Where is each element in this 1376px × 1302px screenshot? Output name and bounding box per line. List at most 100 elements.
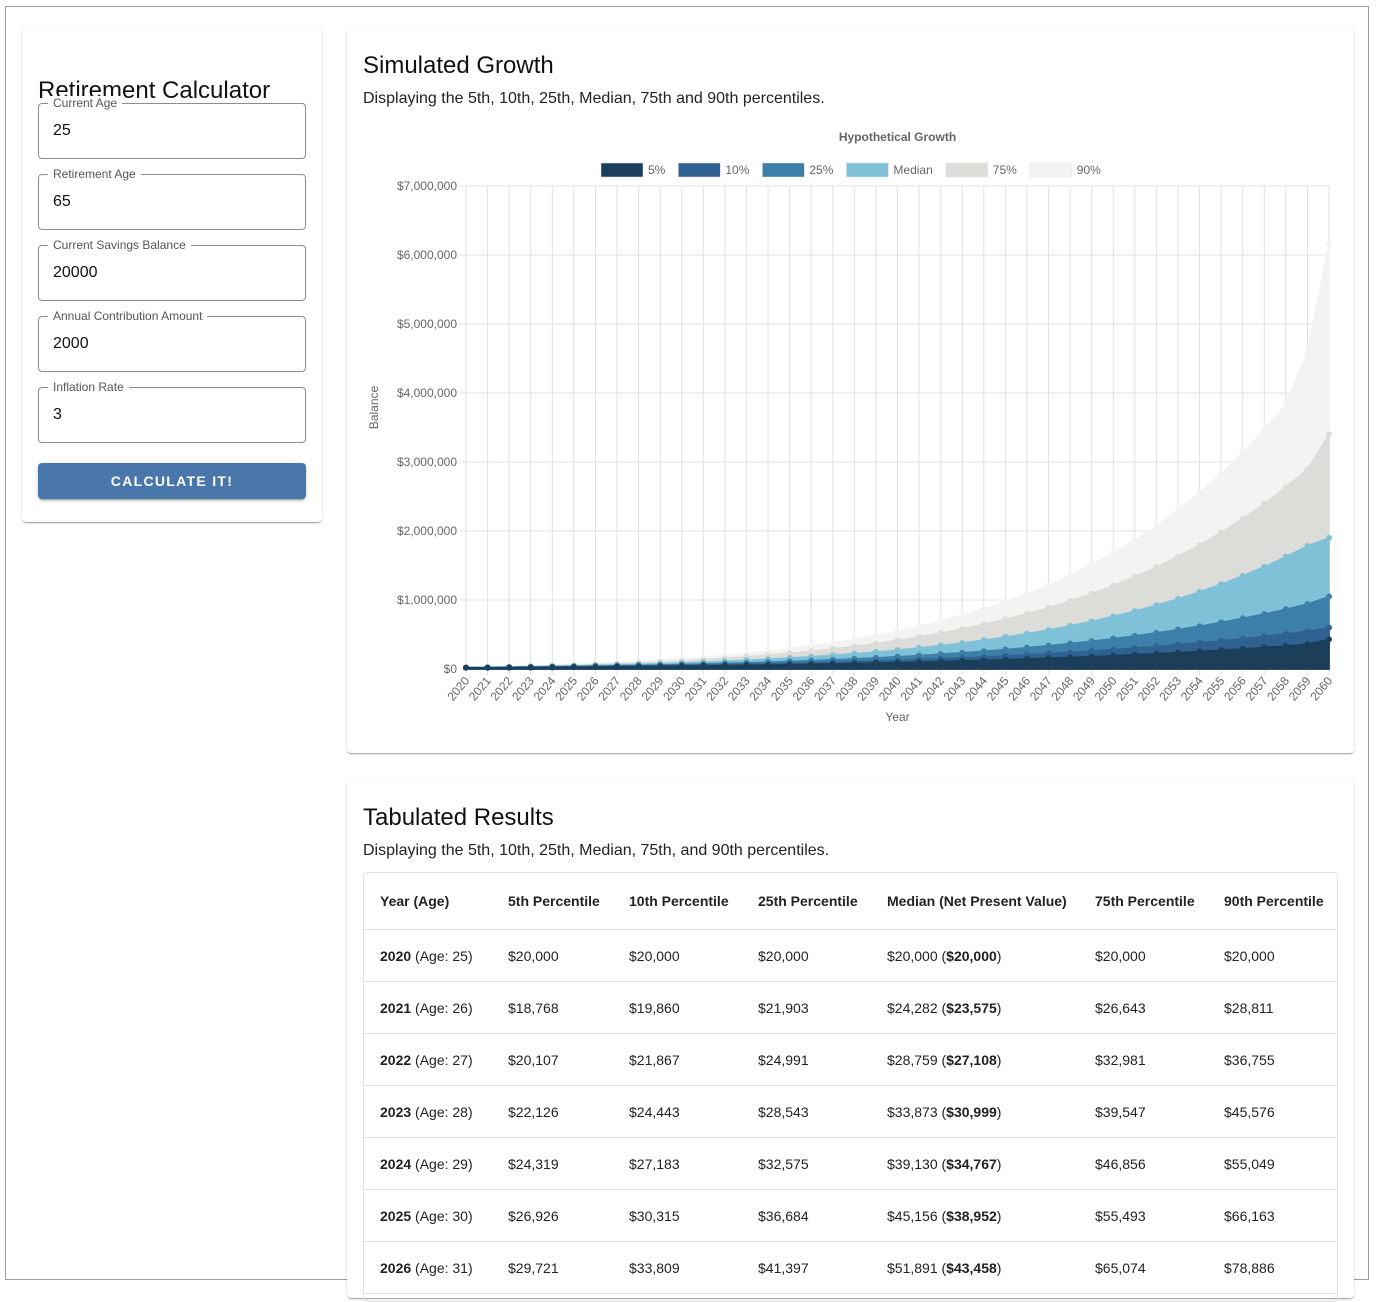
x-tick-label: 2052 [1135, 674, 1163, 704]
point-75pct [1304, 466, 1311, 473]
point-5pct [570, 664, 577, 671]
point-median [1282, 553, 1289, 560]
point-5pct [1304, 641, 1311, 648]
y-tick-label: $3,000,000 [397, 455, 457, 469]
inflation-rate-label: Inflation Rate [48, 380, 129, 394]
cell-year: 2026 [380, 1259, 412, 1276]
x-tick-label: 2022 [488, 674, 516, 704]
point-5pct [829, 660, 836, 667]
current-age-label: Current Age [48, 96, 123, 110]
legend-swatch-1 [678, 162, 721, 178]
cell-p5: $20,107 [492, 1033, 613, 1086]
x-axis-label: Year [885, 710, 909, 724]
point-5pct [635, 663, 642, 670]
cell-age: (Age: 25) [415, 947, 473, 964]
point-10pct [1304, 628, 1311, 635]
cell-p5: $20,000 [492, 929, 613, 982]
x-tick-label: 2051 [1113, 674, 1141, 704]
point-25pct [1023, 644, 1030, 651]
point-75pct [1110, 582, 1117, 589]
point-median [916, 644, 923, 651]
results-table: Year (Age) 5th Percentile 10th Percentil… [364, 873, 1337, 1294]
current-savings-field[interactable]: Current Savings Balance [38, 238, 306, 301]
cell-year-age: 2022 (Age: 27) [364, 1033, 492, 1086]
x-tick-label: 2024 [531, 674, 559, 704]
point-median [937, 642, 944, 649]
point-median [1110, 613, 1117, 620]
cell-p5: $29,721 [492, 1241, 613, 1294]
cell-year: 2024 [380, 1155, 412, 1172]
x-tick-label: 2059 [1286, 674, 1314, 704]
point-10pct [1282, 630, 1289, 637]
cell-year: 2025 [380, 1207, 412, 1224]
point-median [1002, 634, 1009, 641]
retirement-age-field[interactable]: Retirement Age [38, 167, 306, 230]
cell-npv: $38,952 [946, 1207, 997, 1224]
point-10pct [1110, 646, 1117, 653]
current-savings-input[interactable] [53, 259, 293, 287]
legend-label-1: 10% [725, 163, 749, 177]
cell-p90: $66,163 [1208, 1189, 1337, 1242]
x-tick-label: 2033 [725, 674, 753, 704]
point-75pct [1326, 431, 1332, 438]
cell-age: (Age: 31) [415, 1259, 473, 1276]
x-tick-label: 2023 [509, 674, 537, 704]
point-5pct [1282, 642, 1289, 649]
x-tick-label: 2028 [617, 674, 645, 704]
cell-median: $28,759 ($27,108) [871, 1033, 1079, 1086]
point-25pct [1304, 601, 1311, 608]
cell-year: 2022 [380, 1051, 412, 1068]
point-5pct [1110, 652, 1117, 659]
point-75pct [1088, 590, 1095, 597]
results-subtitle: Displaying the 5th, 10th, 25th, Median, … [363, 842, 830, 859]
cell-median-value: $20,000 [887, 947, 938, 964]
point-5pct [506, 664, 513, 671]
point-5pct [484, 664, 491, 671]
point-5pct [1045, 655, 1052, 662]
cell-median: $51,891 ($43,458) [871, 1241, 1079, 1294]
point-25pct [1067, 640, 1074, 647]
point-5pct [980, 657, 987, 664]
inflation-rate-field[interactable]: Inflation Rate [38, 380, 306, 443]
cell-p5: $22,126 [492, 1085, 613, 1138]
inflation-rate-input[interactable] [53, 401, 293, 429]
point-25pct [1153, 629, 1160, 636]
cell-npv: $20,000 [946, 947, 997, 964]
point-90pct [980, 605, 987, 612]
point-90pct [937, 618, 944, 625]
point-5pct [1326, 636, 1332, 643]
point-5pct [1153, 650, 1160, 657]
cell-median: $39,130 ($34,767) [871, 1137, 1079, 1190]
point-5pct [916, 659, 923, 666]
cell-p75: $39,547 [1079, 1085, 1208, 1138]
legend-swatch-3 [846, 162, 889, 178]
current-age-field[interactable]: Current Age [38, 96, 306, 159]
calculate-button[interactable]: CALCULATE IT! [38, 463, 306, 499]
point-5pct [765, 661, 772, 668]
col-header-p5: 5th Percentile [492, 873, 613, 930]
current-age-input[interactable] [53, 117, 293, 145]
cell-median-value: $33,873 [887, 1103, 938, 1120]
x-tick-label: 2021 [466, 674, 494, 704]
annual-contribution-field[interactable]: Annual Contribution Amount [38, 309, 306, 372]
point-90pct [894, 628, 901, 635]
chart-title: Hypothetical Growth [839, 130, 956, 144]
cell-age: (Age: 26) [415, 999, 473, 1016]
x-tick-label: 2025 [552, 674, 580, 704]
point-25pct [1131, 632, 1138, 639]
y-tick-label: $2,000,000 [397, 524, 457, 538]
point-75pct [1023, 610, 1030, 617]
point-75pct [916, 633, 923, 640]
point-10pct [1326, 624, 1332, 631]
y-tick-label: $7,000,000 [397, 179, 457, 193]
cell-p5: $18,768 [492, 981, 613, 1034]
point-25pct [1002, 646, 1009, 653]
x-tick-label: 2038 [833, 674, 861, 704]
annual-contribution-input[interactable] [53, 330, 293, 358]
cell-p25: $36,684 [742, 1189, 871, 1242]
x-tick-label: 2042 [919, 674, 947, 704]
retirement-age-input[interactable] [53, 188, 293, 216]
point-75pct [1218, 529, 1225, 536]
table-row: 2023 (Age: 28) $22,126 $24,443 $28,543 $33,8… [364, 1085, 1337, 1138]
x-tick-label: 2035 [768, 674, 796, 704]
